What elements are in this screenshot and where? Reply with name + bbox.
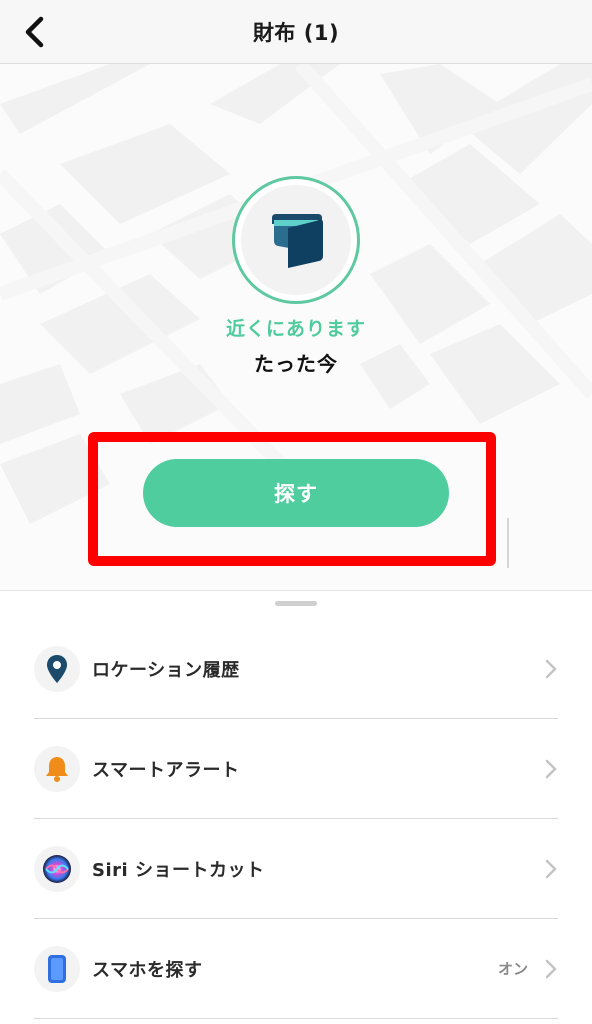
app-screen: 財布 (1) 近くにあります たった今 探す ロケーション履歴 スマートアラート…	[0, 0, 592, 1024]
device-avatar[interactable]	[232, 176, 360, 304]
phone-icon	[48, 954, 66, 983]
chevron-right-icon	[544, 858, 558, 880]
chevron-right-icon	[544, 658, 558, 680]
menu-item-find-phone[interactable]: スマホを探す オン	[34, 919, 558, 1019]
wallet-icon	[272, 214, 323, 268]
menu-icon-wrap	[34, 745, 80, 792]
page-title: 財布 (1)	[252, 20, 340, 45]
proximity-status: 近くにあります	[225, 318, 366, 340]
sheet-grabber[interactable]	[275, 601, 317, 606]
location-pin-icon	[47, 654, 67, 683]
menu-item-smart-alert[interactable]: スマートアラート	[34, 719, 558, 819]
bottom-sheet: ロケーション履歴 スマートアラート Siri ショートカット スマホを探す オン	[0, 590, 592, 1024]
chevron-right-icon	[544, 958, 558, 980]
menu-item-location-history[interactable]: ロケーション履歴	[34, 619, 558, 719]
chevron-left-icon	[25, 16, 44, 48]
map-view[interactable]: 近くにあります たった今 探す	[0, 64, 592, 591]
menu-icon-wrap	[34, 845, 80, 892]
menu-label: スマートアラート	[92, 759, 240, 781]
highlight-annotation	[88, 432, 496, 566]
menu-item-siri-shortcut[interactable]: Siri ショートカット	[34, 819, 558, 919]
chevron-right-icon	[544, 758, 558, 780]
device-avatar-inner	[241, 185, 351, 295]
menu-label: ロケーション履歴	[92, 659, 240, 681]
scroll-indicator	[507, 518, 509, 568]
back-button[interactable]	[14, 12, 54, 52]
siri-icon	[43, 854, 71, 883]
nav-header: 財布 (1)	[0, 0, 592, 64]
bell-icon	[46, 756, 68, 782]
last-seen-time: たった今	[254, 352, 338, 376]
menu-label: スマホを探す	[92, 959, 203, 981]
menu-icon-wrap	[34, 645, 80, 692]
menu-icon-wrap	[34, 945, 80, 992]
find-phone-status: オン	[497, 960, 528, 978]
menu-label: Siri ショートカット	[92, 859, 265, 881]
